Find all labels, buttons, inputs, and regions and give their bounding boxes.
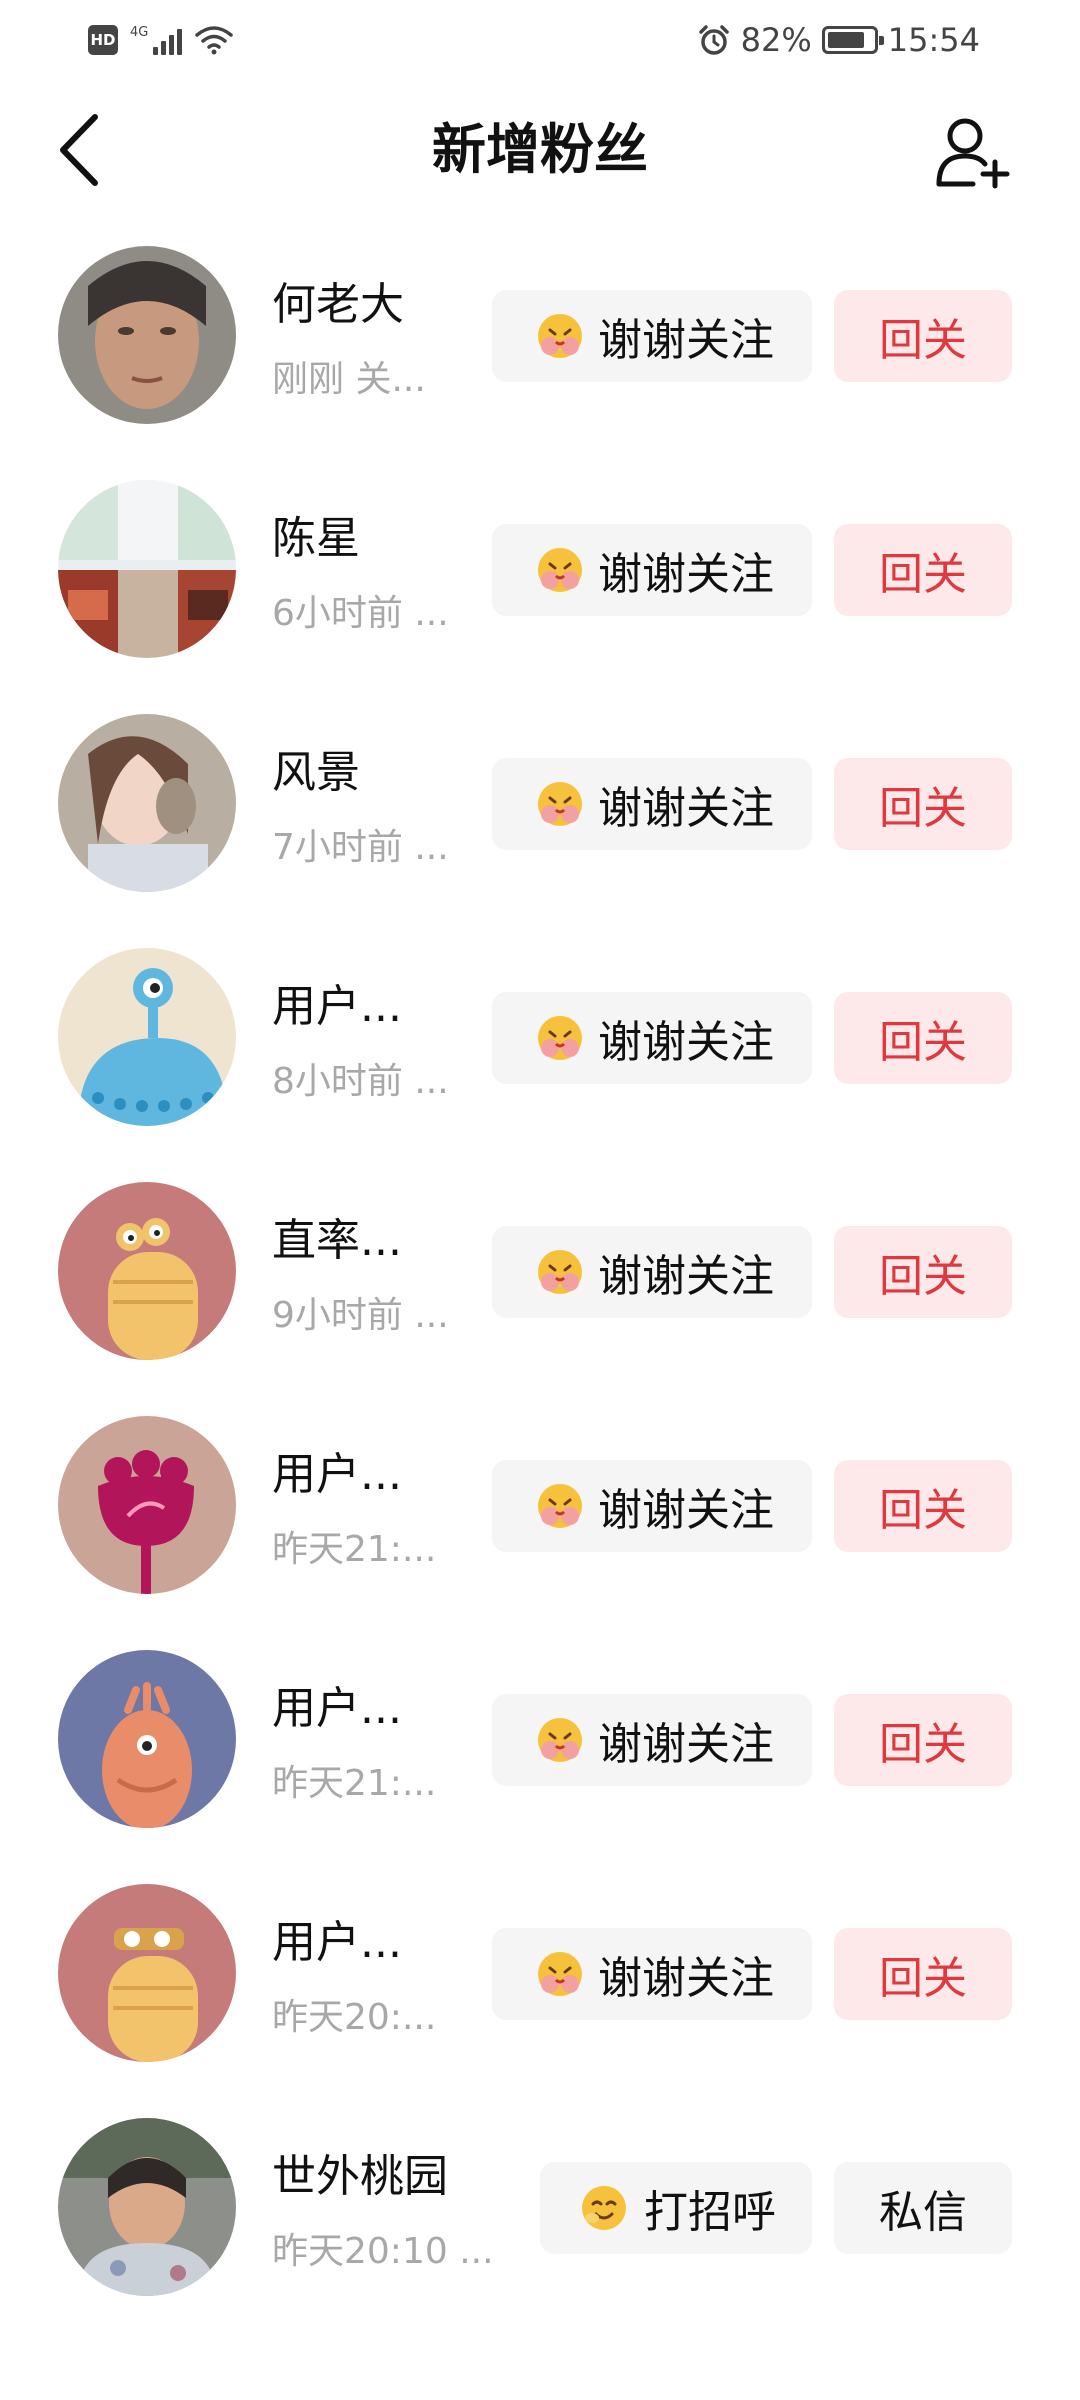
list-item[interactable]: 用户... 昨天21:... 谢谢关注 回关 (0, 1644, 1080, 1878)
fan-name: 何老大 (272, 279, 404, 330)
avatar[interactable] (58, 948, 236, 1126)
hd-badge: HD (88, 25, 118, 55)
thanks-label: 谢谢关注 (598, 315, 774, 366)
hug-emoji-icon (530, 308, 586, 364)
fan-subtitle: 昨天20:10 ... (272, 2231, 494, 2272)
list-item[interactable]: 用户... 昨天20:... 谢谢关注 回关 (0, 1878, 1080, 2112)
thanks-label: 谢谢关注 (598, 549, 774, 600)
fan-subtitle: 刚刚 关... (272, 359, 426, 400)
status-left: HD 4G (88, 20, 234, 60)
fan-name: 陈星 (272, 513, 360, 564)
status-bar: HD 4G 82% 15:54 (0, 0, 1080, 80)
list-item[interactable]: 直率... 9小时前 ... 谢谢关注 回关 (0, 1176, 1080, 1410)
alarm-icon (698, 25, 729, 55)
thanks-label: 谢谢关注 (598, 1485, 774, 1536)
avatar[interactable] (58, 1416, 236, 1594)
avatar[interactable] (58, 1182, 236, 1360)
avatar[interactable] (58, 246, 236, 424)
fan-subtitle: 8小时前 ... (272, 1061, 449, 1102)
fan-subtitle: 昨天21:... (272, 1763, 437, 1804)
hug-emoji-icon (530, 1712, 586, 1768)
fan-subtitle: 9小时前 ... (272, 1295, 449, 1336)
follow-back-button[interactable]: 回关 (834, 1226, 1012, 1318)
fan-name: 风景 (272, 747, 360, 798)
page-title: 新增粉丝 (432, 118, 648, 181)
avatar[interactable] (58, 2118, 236, 2296)
list-item[interactable]: 风景 7小时前 ... 谢谢关注 回关 (0, 708, 1080, 942)
thanks-button[interactable]: 谢谢关注 (492, 758, 812, 850)
fan-name: 用户... (272, 981, 402, 1032)
thanks-button[interactable]: 谢谢关注 (492, 992, 812, 1084)
say-hi-button[interactable]: 打招呼 (540, 2162, 812, 2254)
avatar[interactable] (58, 714, 236, 892)
status-right: 82% 15:54 (697, 20, 980, 60)
hug-emoji-icon (530, 776, 586, 832)
list-item[interactable]: 用户... 昨天21:... 谢谢关注 回关 (0, 1410, 1080, 1644)
new-fans-list: 何老大 刚刚 关... 谢谢关注 回关 陈星 6小时前 ... 谢谢关注 回关 … (0, 240, 1080, 2346)
fan-name: 用户... (272, 1683, 402, 1734)
hug-emoji-icon (530, 1478, 586, 1534)
thanks-label: 谢谢关注 (598, 1251, 774, 1302)
fan-name: 直率... (272, 1215, 402, 1266)
list-item[interactable]: 陈星 6小时前 ... 谢谢关注 回关 (0, 474, 1080, 708)
thanks-label: 谢谢关注 (598, 1719, 774, 1770)
battery-icon (821, 26, 884, 54)
hug-emoji-icon (530, 542, 586, 598)
fan-subtitle: 7小时前 ... (272, 827, 449, 868)
hug-emoji-icon (530, 1244, 586, 1300)
thanks-button[interactable]: 谢谢关注 (492, 1928, 812, 2020)
follow-back-button[interactable]: 回关 (834, 1928, 1012, 2020)
follow-back-button[interactable]: 回关 (834, 758, 1012, 850)
add-friend-button[interactable] (930, 110, 1020, 194)
nav-header: 新增粉丝 (0, 90, 1080, 210)
thanks-label: 谢谢关注 (598, 783, 774, 834)
say-hi-label: 打招呼 (644, 2187, 776, 2238)
avatar[interactable] (58, 1884, 236, 2062)
follow-back-button[interactable]: 回关 (834, 524, 1012, 616)
fan-subtitle: 昨天20:... (272, 1997, 437, 2038)
fan-name: 世外桃园 (272, 2151, 448, 2202)
thanks-button[interactable]: 谢谢关注 (492, 1460, 812, 1552)
hug-emoji-icon (530, 1010, 586, 1066)
clock: 15:54 (887, 21, 980, 59)
avatar[interactable] (58, 480, 236, 658)
hug-emoji-icon (530, 1946, 586, 2002)
fan-subtitle: 6小时前 ... (272, 593, 449, 634)
direct-message-button[interactable]: 私信 (834, 2162, 1012, 2254)
battery-percent: 82% (740, 21, 812, 59)
follow-back-button[interactable]: 回关 (834, 1460, 1012, 1552)
thanks-button[interactable]: 谢谢关注 (492, 524, 812, 616)
thanks-button[interactable]: 谢谢关注 (492, 1694, 812, 1786)
fan-name: 用户... (272, 1917, 402, 1968)
network-type: 4G (130, 25, 149, 40)
list-item[interactable]: 世外桃园 昨天20:10 ... 打招呼 私信 (0, 2112, 1080, 2346)
follow-back-button[interactable]: 回关 (834, 992, 1012, 1084)
avatar[interactable] (58, 1650, 236, 1828)
fan-name: 用户... (272, 1449, 402, 1500)
thanks-button[interactable]: 谢谢关注 (492, 1226, 812, 1318)
smiley-emoji-icon (576, 2180, 632, 2236)
add-user-icon (936, 118, 1010, 189)
wifi-icon (195, 26, 234, 55)
fan-subtitle: 昨天21:... (272, 1529, 437, 1570)
thanks-label: 谢谢关注 (598, 1953, 774, 2004)
list-item[interactable]: 何老大 刚刚 关... 谢谢关注 回关 (0, 240, 1080, 474)
follow-back-button[interactable]: 回关 (834, 1694, 1012, 1786)
thanks-label: 谢谢关注 (598, 1017, 774, 1068)
signal-icon: 4G (130, 25, 183, 55)
list-item[interactable]: 用户... 8小时前 ... 谢谢关注 回关 (0, 942, 1080, 1176)
thanks-button[interactable]: 谢谢关注 (492, 290, 812, 382)
follow-back-button[interactable]: 回关 (834, 290, 1012, 382)
